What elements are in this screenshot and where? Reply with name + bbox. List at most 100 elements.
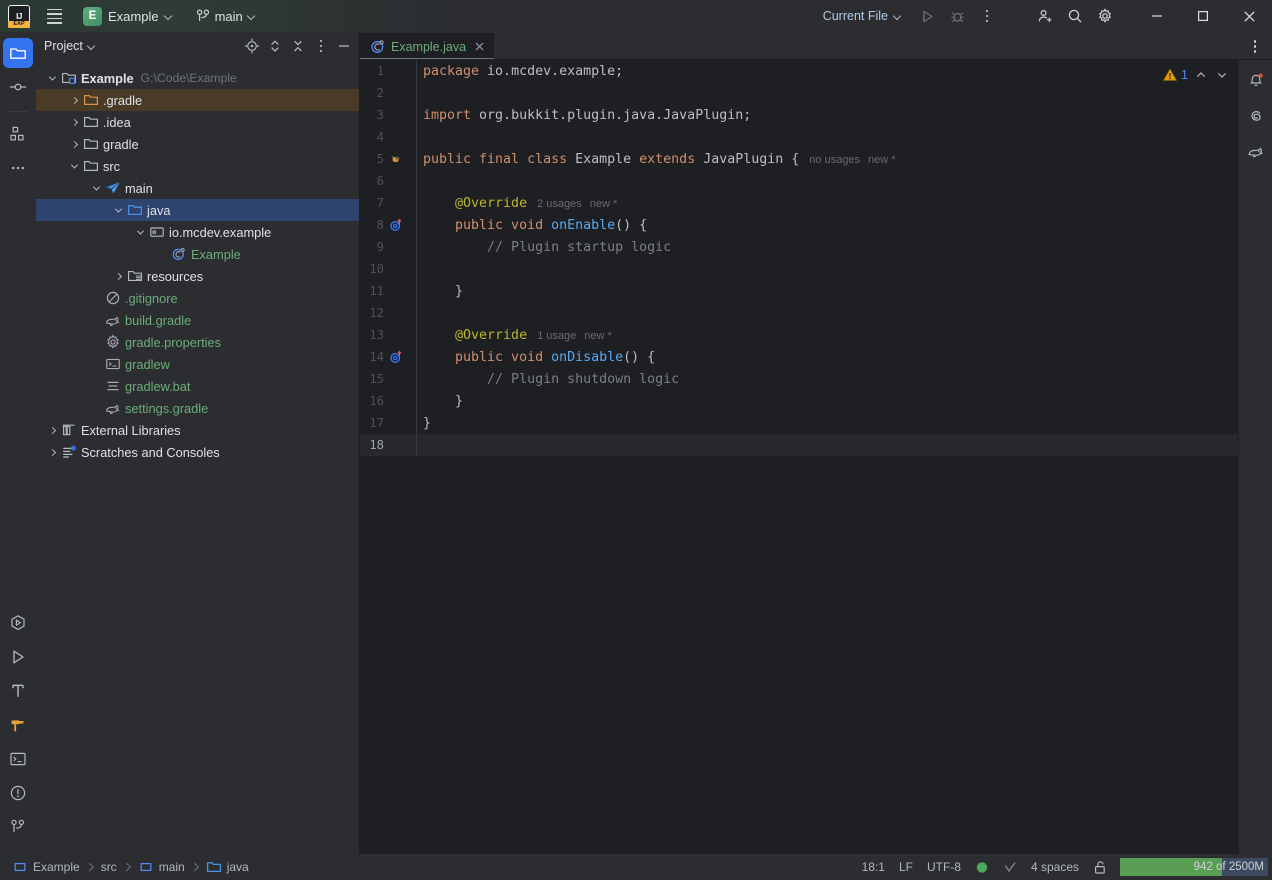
breadcrumb-item-example[interactable]: Example <box>12 859 80 875</box>
settings-button[interactable] <box>1090 2 1120 30</box>
overriding-method-icon[interactable] <box>386 350 416 364</box>
project-file-tree[interactable]: Example G:\Code\Example .gradle .idea gradle… <box>36 60 359 854</box>
code-line[interactable]: 18 <box>360 434 1238 456</box>
tree-node-build-gradle[interactable]: build.gradle <box>36 309 359 331</box>
code-line[interactable]: 12 <box>360 302 1238 324</box>
tree-node-main[interactable]: main <box>36 177 359 199</box>
code-line[interactable]: 1 package io.mcdev.example; <box>360 60 1238 82</box>
chevron-right-icon[interactable] <box>66 92 82 108</box>
code-line[interactable]: 2 <box>360 82 1238 104</box>
tree-node-io-mcdev-example[interactable]: io.mcdev.example <box>36 221 359 243</box>
tree-node-example[interactable]: Example G:\Code\Example <box>36 67 359 89</box>
code-editor[interactable]: 1 1 package io.mcdev.example; 2 3 import org… <box>360 60 1238 854</box>
tree-node--idea[interactable]: .idea <box>36 111 359 133</box>
chevron-right-icon[interactable] <box>44 422 60 438</box>
tree-node--gitignore[interactable]: .gitignore <box>36 287 359 309</box>
notifications-tool-window[interactable] <box>1242 65 1270 95</box>
more-actions-button[interactable] <box>972 2 1002 30</box>
project-widget[interactable]: E Example <box>78 4 181 29</box>
code-line[interactable]: 16 } <box>360 390 1238 412</box>
inspections-widget[interactable]: 1 <box>1163 66 1230 83</box>
debug-button[interactable] <box>942 2 972 30</box>
tree-node-src[interactable]: src <box>36 155 359 177</box>
inlay-hint[interactable]: 2 usages <box>537 198 582 210</box>
hide-panel-button[interactable] <box>333 35 355 57</box>
project-tool-window[interactable] <box>3 38 33 68</box>
maximize-button[interactable] <box>1180 0 1226 32</box>
git-tool-window[interactable] <box>3 812 33 842</box>
checkmark-icon[interactable] <box>996 858 1024 876</box>
breadcrumb-item-src[interactable]: src <box>101 860 117 874</box>
gradle-tool-window[interactable] <box>3 710 33 740</box>
chevron-down-icon[interactable] <box>88 180 104 196</box>
gradle-tool-window-right[interactable] <box>1242 137 1270 167</box>
code-line[interactable]: 17} <box>360 412 1238 434</box>
chevron-right-icon[interactable] <box>66 114 82 130</box>
overriding-method-icon[interactable] <box>386 218 416 232</box>
tree-node-gradlew[interactable]: gradlew <box>36 353 359 375</box>
inlay-hint[interactable]: 1 usage <box>537 330 576 342</box>
tree-node-example[interactable]: Example <box>36 243 359 265</box>
close-button[interactable] <box>1226 0 1272 32</box>
editor-options-button[interactable] <box>1244 36 1266 58</box>
chevron-down-icon[interactable] <box>110 202 126 218</box>
minimize-button[interactable] <box>1134 0 1180 32</box>
line-separator-widget[interactable]: LF <box>892 858 920 876</box>
caret-position-widget[interactable]: 18:1 <box>855 858 892 876</box>
indent-widget[interactable]: 4 spaces <box>1024 858 1086 876</box>
inlay-hint[interactable]: new * <box>584 330 612 342</box>
collapse-all-button[interactable] <box>287 35 309 57</box>
breadcrumb-item-main[interactable]: main <box>138 859 185 875</box>
commit-tool-window[interactable] <box>3 72 33 102</box>
tree-node-gradlew-bat[interactable]: gradlew.bat <box>36 375 359 397</box>
chevron-right-icon[interactable] <box>66 136 82 152</box>
inlay-hint[interactable]: new * <box>590 198 618 210</box>
problems-tool-window[interactable] <box>3 778 33 808</box>
code-line[interactable]: 3 import org.bukkit.plugin.java.JavaPlugi… <box>360 104 1238 126</box>
chevron-down-icon[interactable] <box>44 70 60 86</box>
inlay-hint[interactable]: no usages <box>809 154 860 166</box>
chevron-down-icon[interactable] <box>66 158 82 174</box>
unlocked-icon[interactable] <box>1086 858 1114 877</box>
inlay-hint[interactable]: new * <box>868 154 896 166</box>
code-line[interactable]: 8 public void onEnable() { <box>360 214 1238 236</box>
code-line[interactable]: 14 public void onDisable() { <box>360 346 1238 368</box>
code-with-me-button[interactable] <box>1030 2 1060 30</box>
code-line[interactable]: 10 <box>360 258 1238 280</box>
code-line[interactable]: 9 // Plugin startup logic <box>360 236 1238 258</box>
tree-node-settings-gradle[interactable]: settings.gradle <box>36 397 359 419</box>
code-line[interactable]: 7 @Override 2 usages new * <box>360 192 1238 214</box>
memory-indicator[interactable]: 942 of 2500M <box>1120 858 1268 876</box>
chevron-right-icon[interactable] <box>110 268 126 284</box>
terminal-tool-window[interactable] <box>3 744 33 774</box>
code-line[interactable]: 13 @Override 1 usage new * <box>360 324 1238 346</box>
tree-node-scratches-and-consoles[interactable]: Scratches and Consoles <box>36 441 359 463</box>
code-line[interactable]: 5 public final class Example extends Java… <box>360 148 1238 170</box>
main-menu-icon[interactable] <box>40 3 68 29</box>
run-button[interactable] <box>912 2 942 30</box>
encoding-widget[interactable]: UTF-8 <box>920 858 968 876</box>
previous-problem-button[interactable] <box>1192 66 1209 83</box>
vcs-branch-widget[interactable]: main <box>189 6 264 27</box>
tree-node-java[interactable]: java <box>36 199 359 221</box>
search-everywhere-button[interactable] <box>1060 2 1090 30</box>
code-line[interactable]: 15 // Plugin shutdown logic <box>360 368 1238 390</box>
run-tool-window[interactable] <box>3 642 33 672</box>
breadcrumb-item-java[interactable]: java <box>206 859 249 875</box>
ai-assistant-tool-window[interactable] <box>1242 101 1270 131</box>
structure-tool-window[interactable] <box>3 119 33 149</box>
expand-collapse-button[interactable] <box>264 35 286 57</box>
panel-options-button[interactable] <box>310 35 332 57</box>
code-line[interactable]: 4 <box>360 126 1238 148</box>
services-tool-window[interactable] <box>3 608 33 638</box>
editor-tab-example-java[interactable]: Example.java <box>360 33 495 60</box>
bukkit-plugin-icon[interactable] <box>386 153 416 166</box>
chevron-right-icon[interactable] <box>44 444 60 460</box>
code-line[interactable]: 6 <box>360 170 1238 192</box>
project-panel-title-dropdown[interactable]: Project <box>44 39 97 53</box>
tree-node--gradle[interactable]: .gradle <box>36 89 359 111</box>
next-problem-button[interactable] <box>1213 66 1230 83</box>
tree-node-gradle[interactable]: gradle <box>36 133 359 155</box>
build-tool-window[interactable] <box>3 676 33 706</box>
code-line[interactable]: 11 } <box>360 280 1238 302</box>
